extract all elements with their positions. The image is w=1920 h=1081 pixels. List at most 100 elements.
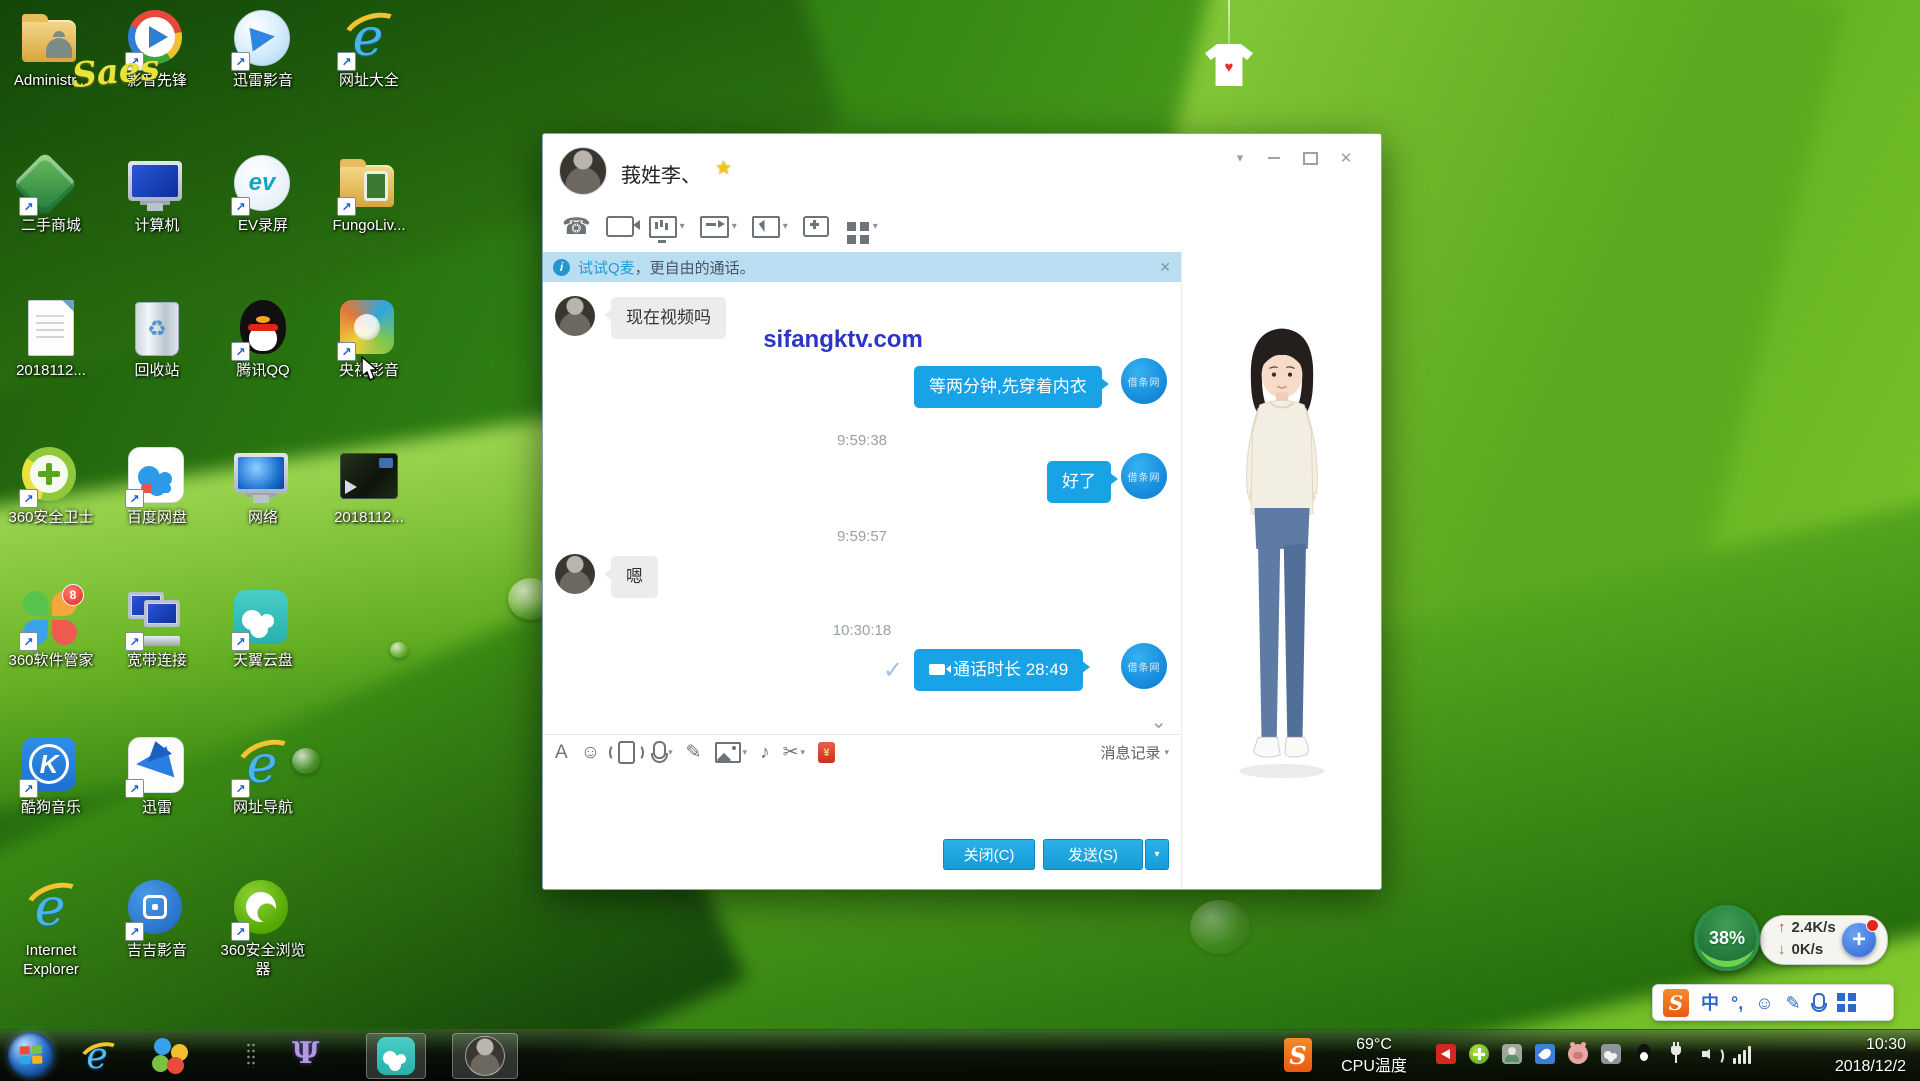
self-message-avatar[interactable]: 借条网 [1121, 453, 1167, 499]
download-speed: ↓0K/s [1778, 941, 1823, 958]
create-group-button[interactable] [800, 213, 832, 240]
desktop-icon-wangzhidaohang[interactable]: e ↗ 网址导航 [214, 737, 312, 818]
tray-volume-icon[interactable] [1700, 1044, 1720, 1064]
send-options-button[interactable]: ▾ [1145, 839, 1169, 870]
desktop-icon-tianyi-cloud[interactable]: ↗ 天翼云盘 [214, 590, 312, 671]
desktop-icon-internet-explorer[interactable]: e Internet Explorer [2, 880, 100, 980]
peer-message-avatar[interactable] [555, 554, 595, 594]
net-speed-widget[interactable]: ↑2.4K/s ↓0K/s 38% + [1694, 905, 1894, 975]
apps-button[interactable]: ▾ [841, 213, 881, 240]
maximize-button[interactable] [1297, 148, 1323, 168]
desktop-icon-video-file[interactable]: 2018112... [320, 447, 418, 528]
send-image-button[interactable]: ▾ [715, 742, 748, 763]
emoji-button[interactable]: ☺ [581, 743, 600, 762]
peer-message-avatar[interactable] [555, 296, 595, 336]
peer-avatar[interactable] [559, 147, 607, 195]
desktop-icon-xunlei-player[interactable]: ↗ 迅雷影音 [214, 10, 312, 91]
desktop-icon-360-browser[interactable]: ↗ 360安全浏览器 [214, 880, 312, 980]
cpu-temperature: 69°C CPU温度 [1324, 1034, 1424, 1077]
window-shake-button[interactable] [613, 741, 640, 764]
scroll-to-bottom-icon[interactable]: ⌄ [1150, 716, 1167, 728]
desktop-icon-360-safeguard[interactable]: ↗ 360安全卫士 [2, 447, 100, 528]
tray-recorder-icon[interactable] [1436, 1044, 1456, 1064]
screen-demo-button[interactable]: ▾ [646, 213, 688, 241]
music-button[interactable]: ♪ [760, 743, 770, 762]
self-message-avatar[interactable]: 借条网 [1121, 643, 1167, 689]
desktop-icon-text-document[interactable]: 2018112... [2, 300, 100, 381]
shortcut-arrow-icon: ↗ [19, 197, 38, 216]
taskbar-app-button[interactable]: Ψ [292, 1036, 319, 1071]
desktop-icon-broadband-connection[interactable]: ↗ 宽带连接 [108, 590, 206, 671]
voice-call-button[interactable]: ☎ [559, 212, 594, 241]
message-input-area[interactable] [543, 771, 1181, 837]
desktop-icon-network[interactable]: 网络 [214, 447, 312, 528]
shortcut-arrow-icon: ↗ [231, 52, 250, 71]
video-camera-icon [606, 216, 634, 237]
emoji-button[interactable]: ☺ [1755, 994, 1773, 1012]
shortcut-arrow-icon: ↗ [337, 52, 356, 71]
send-file-button[interactable]: ▾ [697, 213, 740, 241]
handwriting-button[interactable]: ✎ [1786, 994, 1801, 1012]
taskbar-clock[interactable]: 10:30 2018/12/2 [1835, 1034, 1906, 1077]
desktop-icon-ev-recorder[interactable]: ev ↗ EV录屏 [214, 155, 312, 236]
app-grid-icon [847, 222, 856, 231]
tray-power-icon[interactable] [1667, 1044, 1687, 1064]
shortcut-arrow-icon: ↗ [231, 632, 250, 651]
message-history-button[interactable]: 消息记录▾ [1100, 742, 1169, 763]
tray-cloud-icon[interactable] [1601, 1044, 1621, 1064]
tray-app-icon[interactable] [1502, 1044, 1522, 1064]
desktop-icon-ershoushangcheng[interactable]: ↗ 二手商城 [2, 155, 100, 236]
shortcut-arrow-icon: ↗ [19, 489, 38, 508]
desktop-icon-baidu-netdisk[interactable]: ↗ 百度网盘 [108, 447, 206, 528]
qq-show-avatar-girl[interactable] [1197, 316, 1367, 796]
desktop-icon-xunlei[interactable]: ↗ 迅雷 [108, 737, 206, 818]
message-list[interactable]: 现在视频吗 sifangktv.com 等两分钟,先穿着内衣 借条网 9:59:… [543, 282, 1181, 734]
desktop-icon-360-software-manager[interactable]: 8 ↗ 360软件管家 [2, 590, 100, 671]
tray-360-icon[interactable] [1469, 1044, 1489, 1064]
chinese-mode-button[interactable]: 中 [1701, 994, 1719, 1012]
desktop-icon-cctv-video[interactable]: ↗ 央视影音 [320, 300, 418, 381]
sogou-toolbox-button[interactable] [1837, 993, 1845, 1001]
tray-ink-icon[interactable] [1535, 1044, 1555, 1064]
taskbar-chat-window-button[interactable] [452, 1033, 518, 1079]
desktop-icon-tencent-qq[interactable]: ↗ 腾讯QQ [214, 300, 312, 381]
taskbar-ie-button[interactable]: e [78, 1037, 116, 1075]
banner-close-icon[interactable]: ✕ [1159, 259, 1171, 276]
remote-assist-button[interactable]: ▾ [749, 213, 791, 241]
font-button[interactable]: A [555, 743, 568, 762]
desktop-icon-wangzhidaquan[interactable]: e ↗ 网址大全 [320, 10, 418, 91]
window-menu-button[interactable]: ▾ [1227, 148, 1253, 168]
video-call-button[interactable] [603, 213, 637, 240]
handwriting-button[interactable]: ✎ [686, 743, 702, 762]
tray-sogou-icon[interactable]: S [1284, 1038, 1312, 1072]
red-packet-button[interactable]: ¥ [818, 742, 835, 763]
tray-qq-icon[interactable] [1634, 1044, 1654, 1064]
memory-ball[interactable]: 38% [1694, 905, 1760, 971]
punctuation-button[interactable]: °, [1731, 994, 1743, 1012]
desktop-icon-administrator[interactable]: Administr... [2, 10, 100, 91]
close-window-button[interactable]: ✕ [1333, 148, 1359, 168]
start-button[interactable] [8, 1032, 54, 1078]
taskbar-sogou-button[interactable] [152, 1038, 188, 1074]
minimize-button[interactable] [1261, 148, 1287, 168]
taskbar-tianyi-cloud-button[interactable] [366, 1033, 426, 1079]
image-icon [715, 742, 741, 763]
desktop-icon-kugou-music[interactable]: K ↗ 酷狗音乐 [2, 737, 100, 818]
sogou-logo[interactable]: S [1663, 989, 1689, 1017]
tray-network-icon[interactable] [1733, 1044, 1753, 1064]
taskbar: e Ψ S 69°C CPU温度 10:30 2018/12/2 [0, 1029, 1920, 1081]
desktop-icon-yingyinxianfeng[interactable]: ↗ 影音先锋 [108, 10, 206, 91]
desktop-icon-recycle-bin[interactable]: ♻ 回收站 [108, 300, 206, 381]
screenshot-button[interactable]: ✂▾ [783, 743, 805, 762]
send-button[interactable]: 发送(S) [1043, 839, 1143, 870]
desktop-icon-fungolive[interactable]: ↗ FungoLiv... [320, 155, 418, 236]
call-record-bubble[interactable]: 通话时长 28:49 [914, 649, 1083, 691]
voice-message-button[interactable]: ▾ [653, 741, 673, 765]
tray-pig-icon[interactable] [1568, 1044, 1588, 1064]
desktop-icon-jiji-player[interactable]: ↗ 吉吉影音 [108, 880, 206, 961]
self-message-avatar[interactable]: 借条网 [1121, 358, 1167, 404]
banner-link[interactable]: 试试Q麦 [578, 257, 635, 278]
voice-input-button[interactable] [1813, 993, 1825, 1009]
desktop-icon-computer[interactable]: 计算机 [108, 155, 206, 236]
close-chat-button[interactable]: 关闭(C) [943, 839, 1035, 870]
